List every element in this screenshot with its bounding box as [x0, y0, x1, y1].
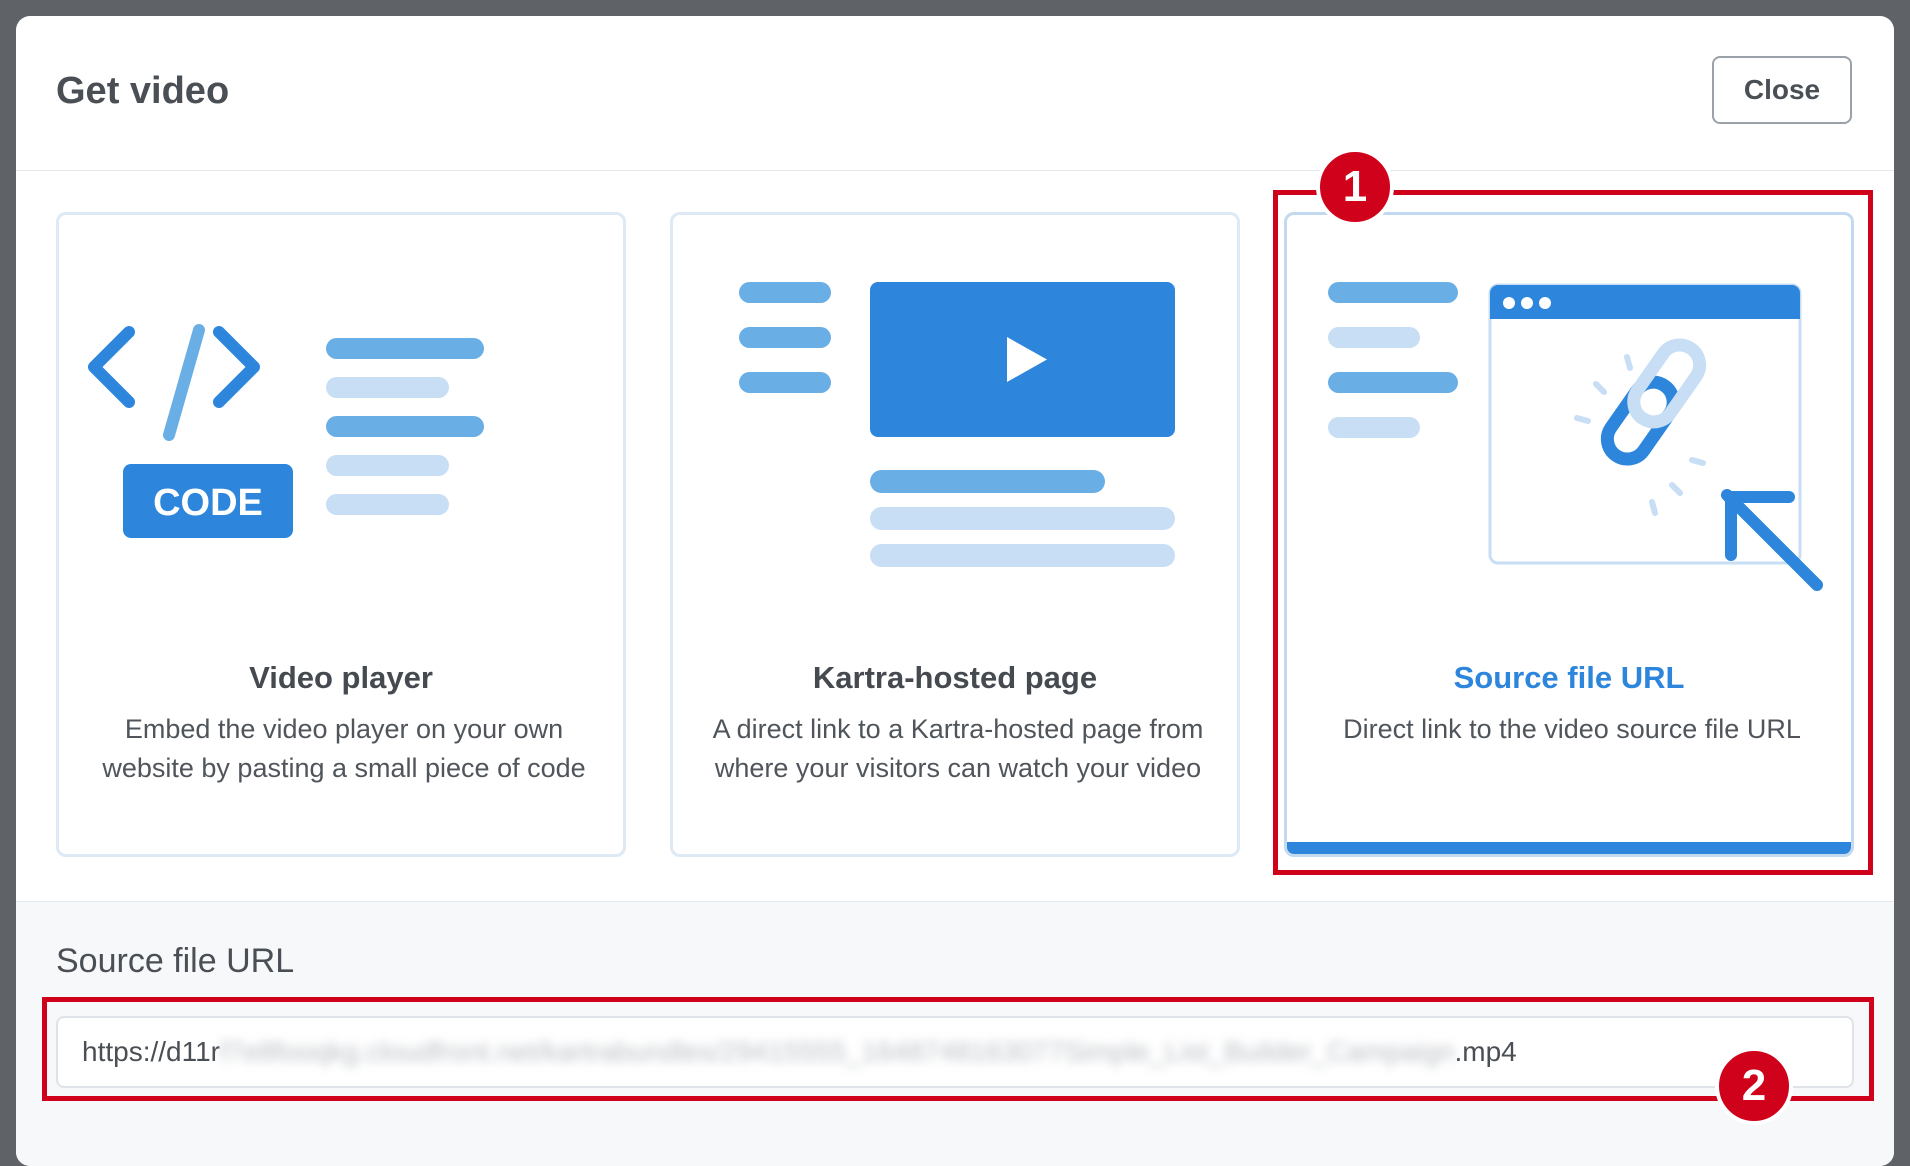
annotation-box-2 [42, 997, 1874, 1101]
hosted-page-video-icon [739, 282, 1175, 567]
annotation-marker-2: 2 [1715, 1047, 1793, 1125]
option-description: A direct link to a Kartra-hosted page fr… [712, 714, 1204, 783]
option-title: Kartra-hosted page [812, 660, 1098, 695]
dialog-title: Get video [56, 70, 230, 112]
close-button[interactable]: Close [1712, 56, 1852, 124]
option-kartra-hosted-page[interactable]: Kartra-hosted page A direct link to a Ka… [670, 212, 1240, 857]
source-url-label: Source file URL [56, 942, 295, 980]
svg-text:CODE: CODE [153, 482, 263, 524]
annotation-marker-1: 1 [1316, 148, 1394, 226]
option-description: Embed the video player on your own websi… [102, 714, 586, 783]
annotation-box-1 [1273, 190, 1873, 875]
code-embed-icon: CODE [88, 324, 484, 538]
option-title: Video player [249, 660, 433, 695]
dialog-header: Get video Close [16, 16, 1894, 171]
option-video-player[interactable]: CODE Video player Embed the video player… [56, 212, 626, 857]
